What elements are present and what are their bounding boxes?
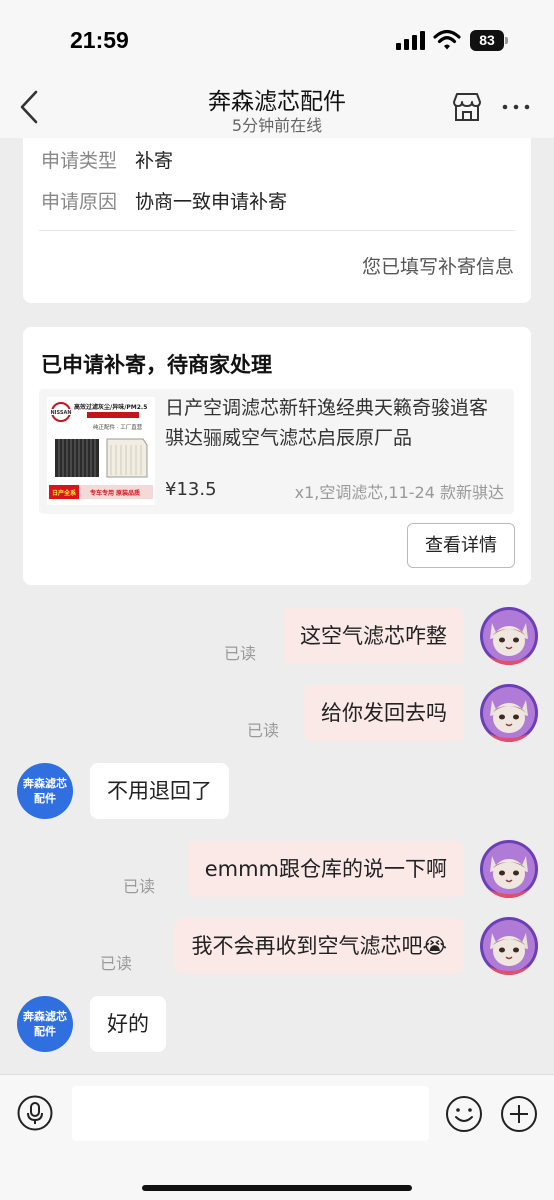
read-receipt: 已读 (100, 954, 133, 973)
view-details-button[interactable]: 查看详情 (407, 523, 515, 568)
request-reason-label: 申请原因 (41, 191, 118, 213)
user-avatar[interactable] (480, 917, 538, 975)
home-indicator (142, 1185, 412, 1191)
message-bubble-incoming[interactable]: 好的 (90, 996, 166, 1052)
message-bubble-outgoing[interactable]: emmm跟仓库的说一下啊 (187, 841, 464, 897)
message-bubble-incoming[interactable]: 不用退回了 (90, 763, 229, 819)
shop-avatar-line1: 奔森滤芯 (23, 1010, 67, 1023)
clock: 21:59 (70, 27, 129, 53)
reship-status-card: 已申请补寄，待商家处理 NISSAN 高效过滤灰尘/异味/PM2.5 纯正配件 … (23, 327, 531, 585)
battery-level: 83 (470, 30, 504, 51)
message-input-bar (0, 1074, 554, 1200)
badge-series: 日产全系 (52, 489, 76, 497)
product-price: ¥13.5 (165, 479, 217, 500)
message-bubble-outgoing[interactable]: 我不会再收到空气滤芯吧😭 (174, 918, 464, 974)
read-receipt: 已读 (224, 644, 257, 663)
product-spec: x1,空调滤芯,11-24 款新骐达 (294, 483, 504, 502)
more-icon[interactable] (500, 94, 532, 120)
read-receipt: 已读 (247, 721, 280, 740)
user-avatar[interactable] (480, 607, 538, 665)
battery-indicator: 83 (470, 30, 508, 51)
product-image[interactable]: NISSAN 高效过滤灰尘/异味/PM2.5 纯正配件 · 工厂直营 日产全系 … (47, 397, 155, 505)
message-bubble-outgoing[interactable]: 这空气滤芯咋整 (283, 608, 464, 664)
cat-avatar-icon (480, 684, 538, 742)
shop-avatar-line1: 奔森滤芯 (23, 777, 67, 790)
read-receipt: 已读 (123, 877, 156, 896)
cat-avatar-icon (480, 917, 538, 975)
voice-input-icon[interactable] (17, 1095, 53, 1131)
cat-avatar-icon (480, 607, 538, 665)
shop-avatar-line2: 配件 (34, 1025, 56, 1038)
brand-text: NISSAN (50, 410, 71, 416)
chat-header: 奔森滤芯配件 5分钟前在线 (0, 80, 554, 138)
product-headline: 高效过滤灰尘/异味/PM2.5 (74, 403, 147, 411)
divider (39, 230, 515, 231)
filter-product-illustration: NISSAN 高效过滤灰尘/异味/PM2.5 纯正配件 · 工厂直营 日产全系 … (47, 397, 155, 505)
request-reason-value: 协商一致申请补寄 (135, 191, 288, 213)
reship-status-title: 已申请补寄，待商家处理 (41, 353, 272, 377)
request-type-row: 申请类型 补寄 (41, 146, 173, 173)
request-type-value: 补寄 (135, 150, 174, 172)
message-input[interactable] (72, 1086, 429, 1141)
badge-text: 专车专用 原装品质 (90, 489, 140, 497)
cellular-signal-icon (396, 31, 425, 50)
product-title[interactable]: 日产空调滤芯新轩逸经典天籁奇骏逍客骐达骊威空气滤芯启辰原厂品 (165, 393, 505, 453)
message-bubble-outgoing[interactable]: 给你发回去吗 (304, 685, 464, 741)
product-tagline: 纯正配件 · 工厂直营 (93, 423, 143, 431)
request-info-card: 申请类型 补寄 申请原因 协商一致申请补寄 您已填写补寄信息 (23, 138, 531, 303)
product-item[interactable]: NISSAN 高效过滤灰尘/异味/PM2.5 纯正配件 · 工厂直营 日产全系 … (39, 389, 514, 514)
wifi-icon (433, 29, 461, 50)
filled-info-note[interactable]: 您已填写补寄信息 (362, 252, 514, 279)
request-type-label: 申请类型 (41, 150, 118, 172)
shop-avatar-line2: 配件 (34, 792, 56, 805)
request-reason-row: 申请原因 协商一致申请补寄 (41, 187, 287, 214)
status-bar: 21:59 83 (0, 0, 554, 80)
cat-avatar-icon (480, 840, 538, 898)
add-attachment-icon[interactable] (500, 1095, 538, 1133)
user-avatar[interactable] (480, 684, 538, 742)
shop-avatar[interactable]: 奔森滤芯 配件 (17, 996, 73, 1052)
shop-avatar[interactable]: 奔森滤芯 配件 (17, 763, 73, 819)
user-avatar[interactable] (480, 840, 538, 898)
store-icon[interactable] (451, 92, 483, 122)
emoji-icon[interactable] (445, 1095, 483, 1133)
